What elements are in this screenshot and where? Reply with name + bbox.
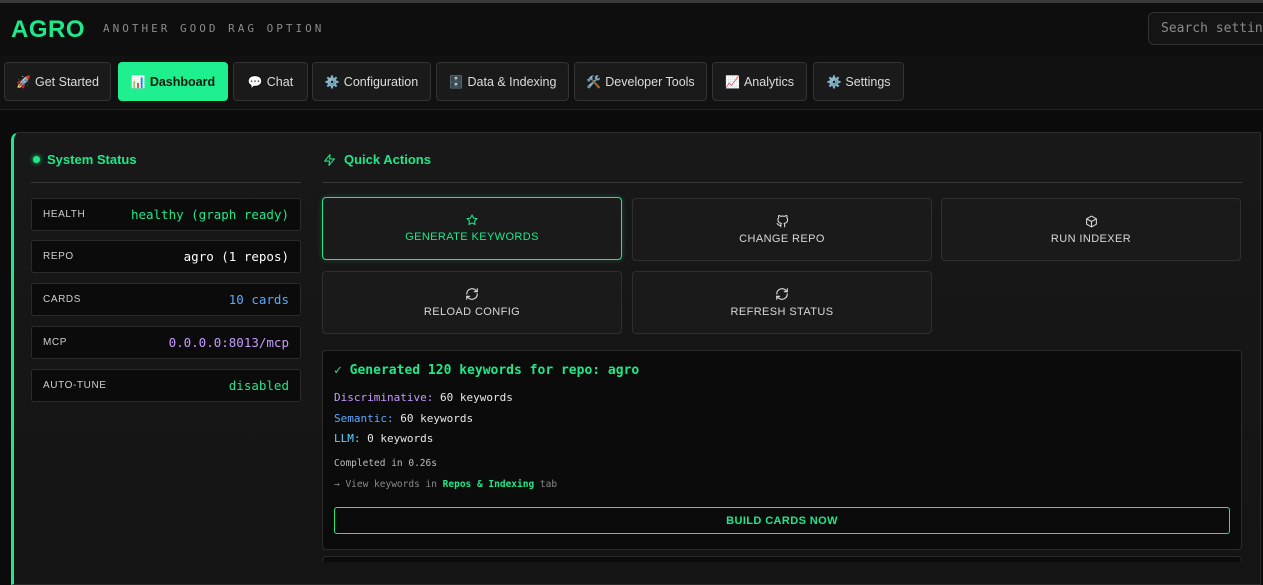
discriminative-label: Discriminative: (334, 391, 434, 404)
status-value: healthy (graph ready) (130, 207, 289, 222)
app-tagline: ANOTHER GOOD RAG OPTION (103, 22, 325, 35)
button-label: CHANGE REPO (739, 232, 825, 245)
run-indexer-button[interactable]: RUN INDEXER (941, 198, 1241, 261)
status-value: disabled (228, 378, 289, 393)
tab-configuration[interactable]: ⚙️ Configuration (312, 62, 431, 101)
button-label: RUN INDEXER (1050, 232, 1132, 245)
chart-increasing-icon: 📈 (725, 74, 740, 89)
github-icon (776, 214, 788, 227)
settings-search-input[interactable] (1148, 12, 1263, 45)
button-label: REFRESH STATUS (730, 306, 834, 318)
quick-actions-heading: Quick Actions (323, 152, 431, 167)
tab-developer-tools[interactable]: 🛠️ Developer Tools (574, 62, 707, 101)
repos-indexing-link[interactable]: Repos & Indexing (443, 479, 535, 490)
reload-config-button[interactable]: RELOAD CONFIG (322, 271, 622, 334)
tab-label: Get Started (35, 74, 99, 89)
app-logo: AGRO (11, 16, 85, 43)
box-icon (1085, 215, 1097, 227)
generate-keywords-button[interactable]: GENERATE KEYWORDS (322, 197, 622, 260)
main-tab-bar: 🚀 Get Started 📊 Dashboard 💬 Chat ⚙️ Conf… (0, 56, 1263, 110)
tab-label: Chat (266, 74, 294, 89)
semantic-value: 60 keywords (393, 412, 474, 425)
quick-actions-divider (322, 182, 1242, 183)
tab-label: Analytics (743, 74, 794, 89)
system-status-heading: System Status (33, 152, 137, 167)
tab-data-indexing[interactable]: 🗄️ Data & Indexing (436, 62, 569, 101)
quick-actions-title: Quick Actions (344, 152, 431, 167)
refresh-status-button[interactable]: REFRESH STATUS (632, 271, 932, 334)
gear-icon: ⚙️ (324, 74, 340, 89)
refresh-icon (776, 288, 788, 300)
build-cards-now-button[interactable]: BUILD CARDS NOW (334, 507, 1230, 534)
tab-label: Dashboard (149, 74, 216, 89)
tools-icon: 🛠️ (586, 74, 602, 89)
result-semantic-line: Semantic: 60 keywords (334, 412, 473, 425)
status-value: 10 cards (228, 292, 289, 307)
llm-label: LLM: (334, 432, 361, 445)
status-cards: CARDS 10 cards (31, 283, 301, 316)
discriminative-value: 60 keywords (433, 391, 513, 404)
button-label: RELOAD CONFIG (423, 306, 521, 318)
tab-settings[interactable]: ⚙️ Settings (813, 62, 904, 101)
rocket-icon: 🚀 (16, 74, 31, 89)
bar-chart-icon: 📊 (130, 74, 146, 89)
status-value: agro (1 repos) (183, 249, 289, 264)
tab-label: Configuration (343, 74, 419, 89)
tab-label: Developer Tools (605, 74, 695, 89)
tab-label: Data & Indexing (467, 74, 557, 89)
status-divider (31, 182, 301, 183)
status-repo: REPO agro (1 repos) (31, 240, 301, 273)
speech-bubble-icon: 💬 (247, 74, 263, 89)
view-hint-prefix: → View keywords in (334, 479, 443, 490)
tab-get-started[interactable]: 🚀 Get Started (4, 62, 111, 101)
tab-dashboard[interactable]: 📊 Dashboard (118, 62, 228, 101)
status-auto-tune: AUTO-TUNE disabled (31, 369, 301, 402)
view-hint-suffix: tab (534, 479, 558, 490)
next-section-edge (322, 556, 1242, 562)
refresh-icon (466, 288, 478, 300)
result-title: ✓ Generated 120 keywords for repo: agro (334, 363, 640, 378)
star-icon (466, 214, 478, 225)
tab-analytics[interactable]: 📈 Analytics (712, 62, 807, 101)
gear-icon: ⚙️ (826, 74, 842, 89)
result-completed-time: Completed in 0.26s (334, 458, 437, 469)
result-llm-line: LLM: 0 keywords (334, 432, 433, 445)
keyword-generation-result: ✓ Generated 120 keywords for repo: agro … (322, 350, 1242, 550)
system-status-title: System Status (47, 152, 137, 167)
llm-value: 0 keywords (360, 432, 434, 445)
status-mcp: MCP 0.0.0.0:8013/mcp (31, 326, 301, 359)
tab-chat[interactable]: 💬 Chat (233, 62, 308, 101)
status-value: 0.0.0.0:8013/mcp (168, 335, 289, 350)
semantic-label: Semantic: (334, 412, 394, 425)
status-key: AUTO-TUNE (43, 380, 107, 391)
status-dot-icon (33, 156, 40, 163)
file-cabinet-icon: 🗄️ (448, 74, 464, 89)
tab-label: Settings (845, 74, 891, 89)
status-key: HEALTH (43, 209, 86, 220)
app-header: AGRO ANOTHER GOOD RAG OPTION (0, 3, 1263, 56)
lightning-icon (324, 153, 335, 166)
button-label: GENERATE KEYWORDS (405, 231, 539, 243)
status-key: REPO (43, 251, 74, 262)
status-health: HEALTH healthy (graph ready) (31, 198, 301, 231)
status-key: CARDS (43, 294, 82, 305)
result-discriminative-line: Discriminative: 60 keywords (334, 391, 513, 404)
status-key: MCP (43, 337, 68, 348)
result-view-hint: → View keywords in Repos & Indexing tab (334, 479, 557, 490)
change-repo-button[interactable]: CHANGE REPO (632, 198, 932, 261)
